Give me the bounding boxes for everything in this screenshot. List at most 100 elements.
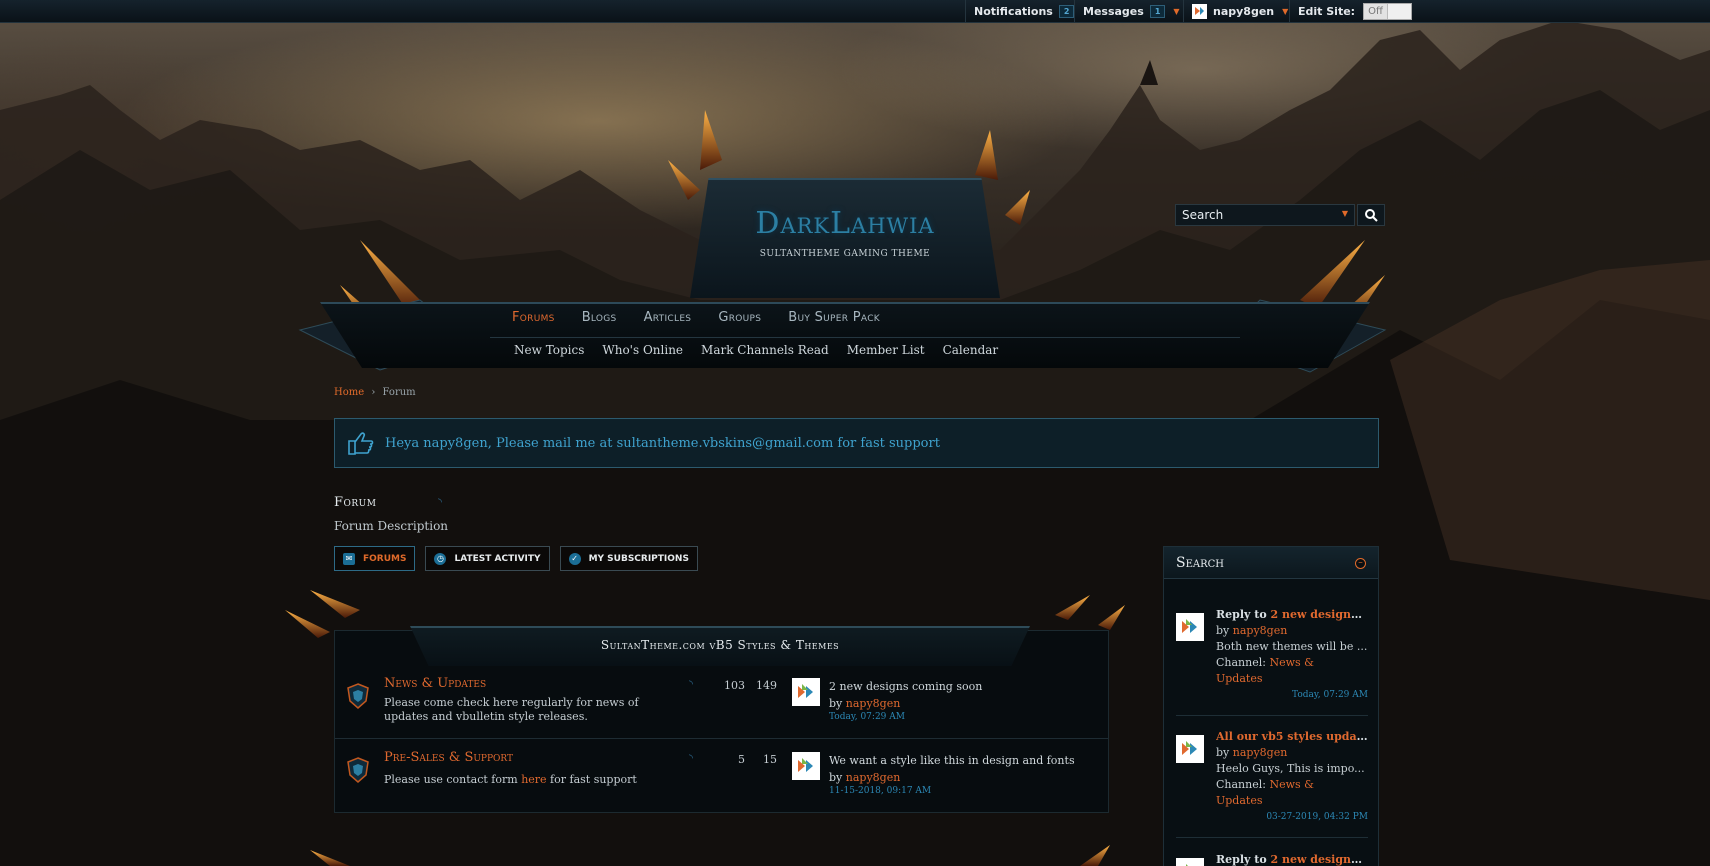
result-title-link[interactable]: 2 new designs c... bbox=[1270, 608, 1368, 621]
result-excerpt: Heelo Guys, This is impo... bbox=[1216, 762, 1365, 775]
forum-tabs: ✉ FORUMS ◷ LATEST ACTIVITY ✓ MY SUBSCRIP… bbox=[334, 546, 698, 571]
chat-bubbles-icon: ✉ bbox=[343, 552, 355, 565]
forum-title[interactable]: Pre-Sales & Support bbox=[384, 750, 513, 765]
result-by: by bbox=[1216, 624, 1233, 637]
tab-my-subscriptions[interactable]: ✓ MY SUBSCRIPTIONS bbox=[559, 546, 698, 571]
divider bbox=[1176, 715, 1368, 716]
chevron-down-icon[interactable]: ▼ bbox=[1342, 209, 1348, 218]
result-channel-link-cont[interactable]: Updates bbox=[1216, 672, 1263, 685]
breadcrumb-home[interactable]: Home bbox=[334, 387, 364, 398]
subnav-whos-online[interactable]: Who's Online bbox=[602, 343, 683, 357]
subnav-calendar[interactable]: Calendar bbox=[943, 343, 999, 357]
contact-form-link[interactable]: here bbox=[521, 773, 546, 786]
nav-tab-buy-super-pack[interactable]: Buy Super Pack bbox=[788, 310, 880, 325]
sub-navigation: New Topics Who's Online Mark Channels Re… bbox=[514, 343, 1016, 357]
search-icon bbox=[1365, 209, 1378, 222]
forum-description: Please use contact form here for fast su… bbox=[384, 773, 684, 787]
result-channel-label: Channel: bbox=[1216, 778, 1270, 791]
result-date: Today, 07:29 AM bbox=[1292, 690, 1368, 700]
subnav-member-list[interactable]: Member List bbox=[847, 343, 925, 357]
forum-row: News & Updates Please come check here re… bbox=[335, 666, 1108, 739]
nav-tab-blogs[interactable]: Blogs bbox=[582, 310, 617, 325]
search-button[interactable] bbox=[1357, 204, 1385, 226]
main-navigation: Forums Blogs Articles Groups Buy Super P… bbox=[512, 310, 907, 325]
search-placeholder: Search bbox=[1182, 208, 1224, 222]
nav-divider bbox=[490, 337, 1240, 338]
tab-my-subscriptions-label: MY SUBSCRIPTIONS bbox=[588, 553, 689, 564]
notice-banner: Heya napy8gen, Please mail me at sultant… bbox=[334, 418, 1379, 468]
last-post-title[interactable]: 2 new designs coming soon bbox=[829, 678, 982, 695]
clock-icon: ◷ bbox=[434, 552, 447, 565]
last-post-user[interactable]: napy8gen bbox=[846, 771, 901, 784]
result-title-link[interactable]: All our vb5 styles update... bbox=[1216, 730, 1368, 743]
forum-shield-icon bbox=[347, 757, 369, 783]
forum-topic-count: 5 bbox=[738, 753, 745, 766]
result-channel-link-cont[interactable]: Updates bbox=[1216, 794, 1263, 807]
result-date: 03-27-2019, 04:32 PM bbox=[1266, 812, 1368, 822]
breadcrumb-current: Forum bbox=[382, 387, 416, 398]
search-widget-header: Search – bbox=[1164, 547, 1378, 579]
page-title: Forum bbox=[334, 495, 377, 510]
forum-post-count: 15 bbox=[763, 753, 777, 766]
subnav-mark-channels-read[interactable]: Mark Channels Read bbox=[701, 343, 829, 357]
collapse-minus-icon[interactable]: – bbox=[1355, 558, 1366, 569]
rss-icon[interactable]: ◝ bbox=[438, 497, 442, 508]
forum-description-text: Please use contact form bbox=[384, 773, 522, 786]
last-post-title[interactable]: We want a style like this in design and … bbox=[829, 752, 1075, 769]
nav-tab-groups[interactable]: Groups bbox=[718, 310, 761, 325]
result-prefix: Reply to bbox=[1216, 853, 1271, 866]
forum-row: Pre-Sales & Support Please use contact f… bbox=[335, 740, 1108, 813]
tab-latest-activity-label: LATEST ACTIVITY bbox=[454, 553, 541, 564]
search-widget: Search – Reply to 2 new designs c... by … bbox=[1163, 546, 1379, 866]
rss-icon[interactable]: ◝ bbox=[689, 679, 693, 690]
result-avatar[interactable] bbox=[1176, 858, 1204, 866]
user-logo-icon bbox=[1182, 619, 1197, 633]
last-post-date: Today, 07:29 AM bbox=[829, 712, 905, 722]
search-widget-title: Search bbox=[1176, 555, 1225, 571]
forum-topic-count: 103 bbox=[724, 679, 745, 692]
user-logo-icon bbox=[1182, 741, 1197, 755]
result-excerpt: Both new themes will be ... bbox=[1216, 640, 1368, 653]
nav-tab-articles[interactable]: Articles bbox=[644, 310, 692, 325]
tab-latest-activity[interactable]: ◷ LATEST ACTIVITY bbox=[425, 546, 550, 571]
user-logo-icon bbox=[1186, 864, 1188, 866]
check-circle-icon: ✓ bbox=[568, 552, 581, 565]
tab-forums[interactable]: ✉ FORUMS bbox=[334, 546, 416, 571]
site-logo[interactable]: DarkLahwia bbox=[690, 206, 1000, 241]
result-by: by bbox=[1216, 746, 1233, 759]
last-post-avatar[interactable] bbox=[792, 678, 820, 706]
page-description: Forum Description bbox=[334, 519, 449, 533]
divider bbox=[1176, 837, 1368, 838]
result-channel-label: Channel: bbox=[1216, 656, 1270, 669]
site-logo-subtitle: SULTANTHEME GAMING THEME bbox=[759, 249, 931, 259]
rss-icon[interactable]: ◝ bbox=[689, 753, 693, 764]
last-post-by: by bbox=[829, 697, 843, 710]
thumbs-up-pointing-icon bbox=[348, 432, 374, 455]
user-logo-icon bbox=[798, 684, 813, 698]
forum-shield-icon bbox=[347, 683, 369, 709]
result-prefix: Reply to bbox=[1216, 608, 1271, 621]
result-user[interactable]: napy8gen bbox=[1233, 746, 1288, 759]
result-title-link[interactable]: 2 new designs c... bbox=[1270, 853, 1368, 866]
forum-title[interactable]: News & Updates bbox=[384, 676, 486, 691]
breadcrumb-separator-icon: › bbox=[371, 387, 376, 398]
result-user[interactable]: napy8gen bbox=[1233, 624, 1288, 637]
forum-post-count: 149 bbox=[756, 679, 777, 692]
nav-tab-forums[interactable]: Forums bbox=[512, 310, 555, 325]
last-post-by: by bbox=[829, 771, 843, 784]
result-channel-link[interactable]: News & bbox=[1269, 778, 1313, 791]
forum-description-text: Please come check here regularly for new… bbox=[384, 696, 639, 723]
last-post-user[interactable]: napy8gen bbox=[846, 697, 901, 710]
breadcrumb: Home › Forum bbox=[334, 387, 416, 398]
result-channel-link[interactable]: News & bbox=[1269, 656, 1313, 669]
last-post-info: We want a style like this in design and … bbox=[829, 752, 1075, 796]
last-post-avatar[interactable] bbox=[792, 752, 820, 780]
tab-forums-label: FORUMS bbox=[363, 553, 407, 564]
subnav-new-topics[interactable]: New Topics bbox=[514, 343, 584, 357]
result-avatar[interactable] bbox=[1176, 613, 1204, 641]
category-title[interactable]: SultanTheme.com vB5 Styles & Themes bbox=[410, 626, 1030, 666]
forum-description-suffix: for fast support bbox=[546, 773, 637, 786]
last-post-date: 11-15-2018, 09:17 AM bbox=[829, 786, 932, 796]
result-avatar[interactable] bbox=[1176, 735, 1204, 763]
header-search-input[interactable]: Search ▼ bbox=[1175, 204, 1355, 226]
